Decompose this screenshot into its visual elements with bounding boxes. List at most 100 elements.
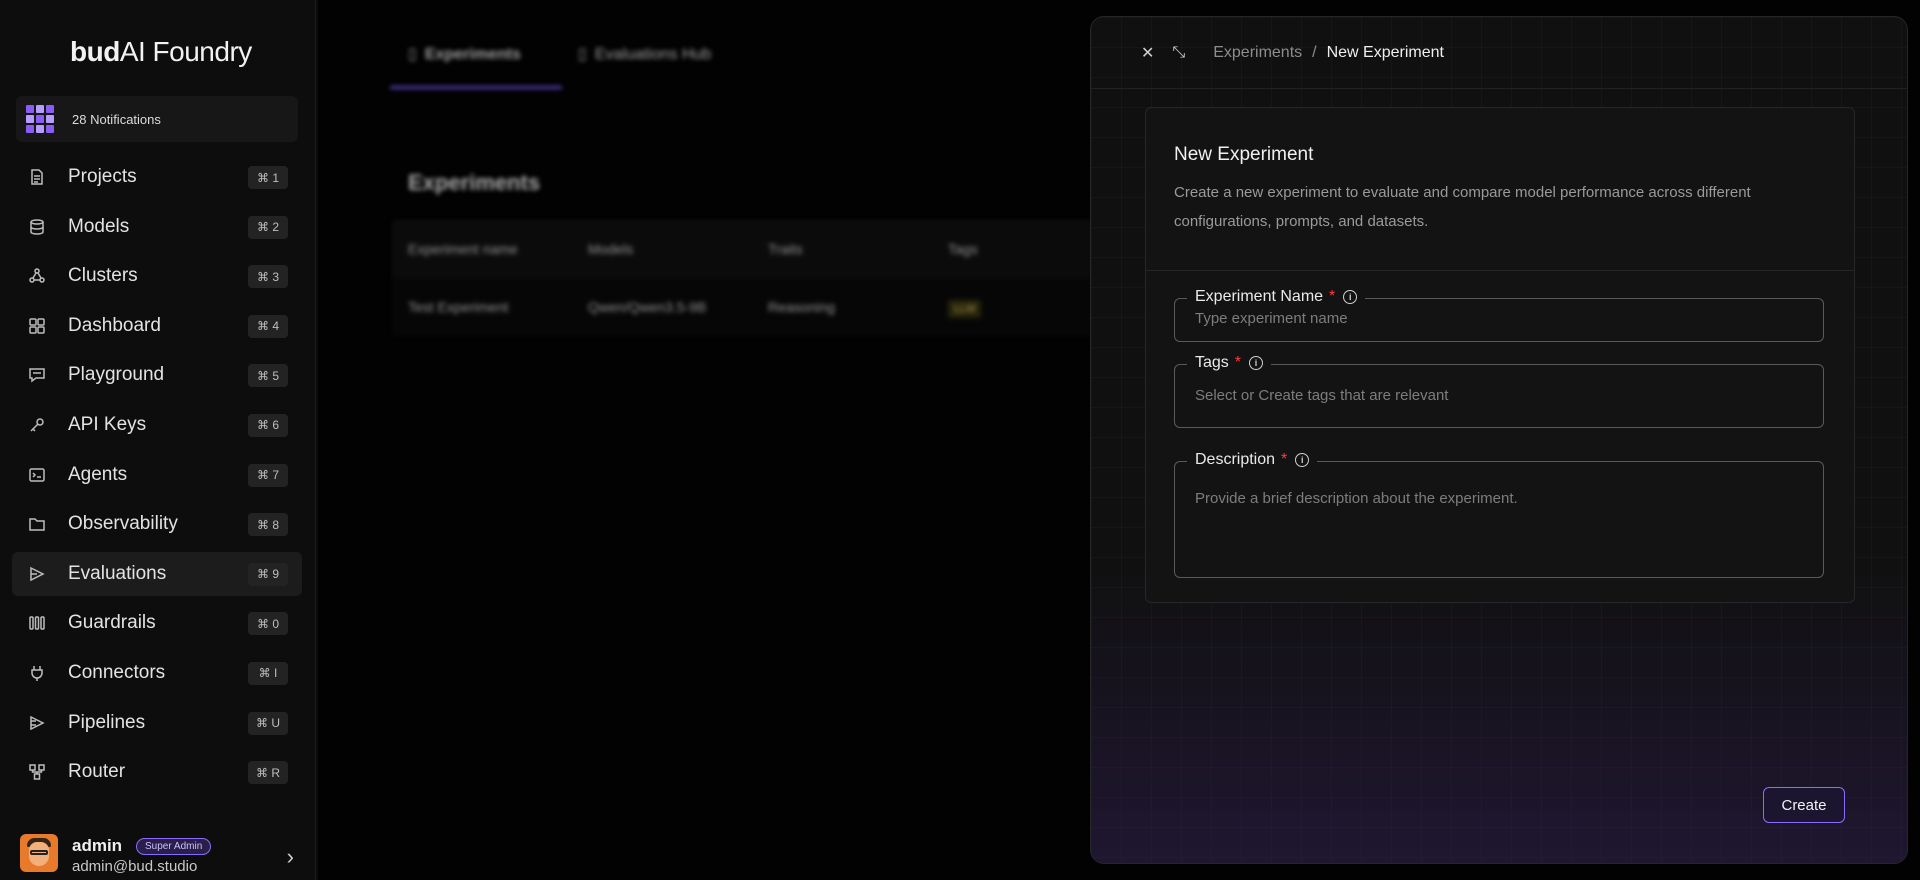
guardrails-icon <box>28 614 46 632</box>
key-icon <box>28 416 46 434</box>
breadcrumb-parent[interactable]: Experiments <box>1213 44 1302 62</box>
table-row[interactable]: Test Experiment Qwen/Qwen3.5-9B Reasonin… <box>392 278 1112 336</box>
shortcut-badge: ⌘ 4 <box>248 314 288 338</box>
router-icon <box>28 763 46 781</box>
cluster-icon <box>28 267 46 285</box>
notifications-grid-icon <box>26 105 54 133</box>
shortcut-badge: ⌘ 5 <box>248 364 288 388</box>
avatar <box>20 834 58 872</box>
shortcut-badge: ⌘ 8 <box>248 513 288 537</box>
table-header: Experiment name Models Traits Tags <box>392 220 1112 278</box>
column-header: Experiment name <box>408 241 518 257</box>
sidebar-item-label: Observability <box>68 513 178 535</box>
sidebar-item-dashboard[interactable]: Dashboard ⌘ 4 <box>12 304 302 348</box>
sidebar: budAI Foundry 28 Notifications Projects ⌘… <box>0 0 316 880</box>
sidebar-item-api-keys[interactable]: API Keys ⌘ 6 <box>12 403 302 447</box>
sidebar-item-evaluations[interactable]: Evaluations ⌘ 9 <box>12 551 302 596</box>
collapse-icon[interactable]: ⤡ <box>1172 44 1185 62</box>
shortcut-badge: ⌘ 6 <box>248 413 288 437</box>
column-header: Tags <box>948 241 978 257</box>
sidebar-item-projects[interactable]: Projects ⌘ 1 <box>12 155 302 199</box>
drawer-header: ✕ ⤡ Experiments / New Experiment <box>1091 17 1907 89</box>
database-icon <box>28 218 46 236</box>
shortcut-badge: ⌘ 7 <box>248 463 288 487</box>
active-tab-indicator <box>390 86 562 89</box>
notifications-label: 28 Notifications <box>72 111 161 127</box>
grid-icon <box>28 317 46 335</box>
description-field: Description * i <box>1174 451 1824 578</box>
evaluation-icon <box>28 565 46 583</box>
column-header: Traits <box>768 241 803 257</box>
sidebar-item-connectors[interactable]: Connectors ⌘ I <box>12 651 302 695</box>
sidebar-item-clusters[interactable]: Clusters ⌘ 3 <box>12 254 302 298</box>
user-profile[interactable]: admin Super Admin admin@bud.studio › <box>18 832 300 876</box>
table-cell: Qwen/Qwen3.5-9B <box>588 299 707 315</box>
sidebar-item-label: Dashboard <box>68 314 161 336</box>
sidebar-item-router[interactable]: Router ⌘ R <box>12 750 302 794</box>
new-experiment-drawer: ✕ ⤡ Experiments / New Experiment New Exp… <box>1090 16 1908 864</box>
plug-icon <box>28 664 46 682</box>
user-email: admin@bud.studio <box>72 858 198 875</box>
table-cell: LLM <box>932 299 1112 318</box>
tab-evaluations-hub[interactable]: ▯ Evaluations Hub <box>578 44 711 64</box>
shortcut-badge: ⌘ R <box>248 761 288 785</box>
sidebar-item-agents[interactable]: Agents ⌘ 7 <box>12 453 302 497</box>
sidebar-item-label: Models <box>68 215 130 237</box>
file-icon <box>28 168 46 186</box>
sidebar-item-label: Router <box>68 761 126 783</box>
shortcut-badge: ⌘ 3 <box>248 265 288 289</box>
description-label: Description * i <box>1187 451 1318 469</box>
tags-input[interactable] <box>1195 387 1805 404</box>
sidebar-item-label: Guardrails <box>68 612 156 634</box>
breadcrumb-separator: / <box>1312 43 1317 61</box>
info-icon[interactable]: i <box>1249 356 1264 370</box>
chat-icon <box>28 366 46 384</box>
description-textarea[interactable] <box>1195 490 1805 570</box>
sidebar-item-pipelines[interactable]: Pipelines ⌘ U <box>12 701 302 745</box>
terminal-icon <box>28 466 46 484</box>
tags-field: Tags * i <box>1174 354 1824 428</box>
required-mark: * <box>1281 451 1288 468</box>
close-icon[interactable]: ✕ <box>1141 43 1154 63</box>
sidebar-item-models[interactable]: Models ⌘ 2 <box>12 205 302 249</box>
create-button[interactable]: Create <box>1763 787 1845 823</box>
tags-label: Tags * i <box>1187 354 1272 372</box>
shortcut-badge: ⌘ 0 <box>248 612 288 636</box>
chevron-right-icon[interactable]: › <box>287 844 294 870</box>
required-mark: * <box>1329 288 1336 305</box>
sidebar-nav: Projects ⌘ 1 Models ⌘ 2 Clusters ⌘ 3 Dashboard… <box>12 155 302 800</box>
experiment-form-card: New Experiment Create a new experiment t… <box>1145 107 1855 603</box>
sidebar-item-label: API Keys <box>68 413 147 435</box>
folder-icon <box>28 515 46 533</box>
form-description: Create a new experiment to evaluate and … <box>1174 184 1751 230</box>
sidebar-item-guardrails[interactable]: Guardrails ⌘ 0 <box>12 601 302 645</box>
notifications-button[interactable]: 28 Notifications <box>16 96 298 142</box>
sidebar-item-label: Evaluations <box>68 562 167 584</box>
sidebar-item-label: Agents <box>68 463 128 485</box>
shortcut-badge: ⌘ 1 <box>248 166 288 189</box>
sidebar-item-observability[interactable]: Observability ⌘ 8 <box>12 502 302 546</box>
shortcut-badge: ⌘ 9 <box>248 562 288 586</box>
info-icon[interactable]: i <box>1295 453 1310 467</box>
experiments-table: Experiment name Models Traits Tags Test … <box>392 220 1112 336</box>
sidebar-item-label: Clusters <box>68 265 138 287</box>
shortcut-badge: ⌘ U <box>248 711 288 735</box>
required-mark: * <box>1234 354 1242 371</box>
experiment-name-input[interactable] <box>1195 310 1805 327</box>
experiment-name-label: Experiment Name * i <box>1187 288 1366 306</box>
sidebar-item-label: Pipelines <box>68 711 146 733</box>
sidebar-item-label: Connectors <box>68 661 166 683</box>
tab-experiments[interactable]: ▯ Experiments <box>408 44 521 64</box>
brand-logo[interactable]: budAI Foundry <box>70 36 252 68</box>
tag-badge: LLM <box>948 300 982 318</box>
sidebar-item-playground[interactable]: Playground ⌘ 5 <box>12 353 302 397</box>
user-name: admin <box>72 836 123 855</box>
page-title: Experiments <box>408 170 541 195</box>
divider <box>1146 270 1854 271</box>
pipeline-icon <box>28 714 46 732</box>
form-title: New Experiment <box>1174 144 1314 165</box>
experiment-name-field: Experiment Name * i <box>1174 288 1824 342</box>
info-icon[interactable]: i <box>1343 290 1358 304</box>
column-header: Models <box>588 241 634 257</box>
breadcrumb-current: New Experiment <box>1326 43 1444 61</box>
